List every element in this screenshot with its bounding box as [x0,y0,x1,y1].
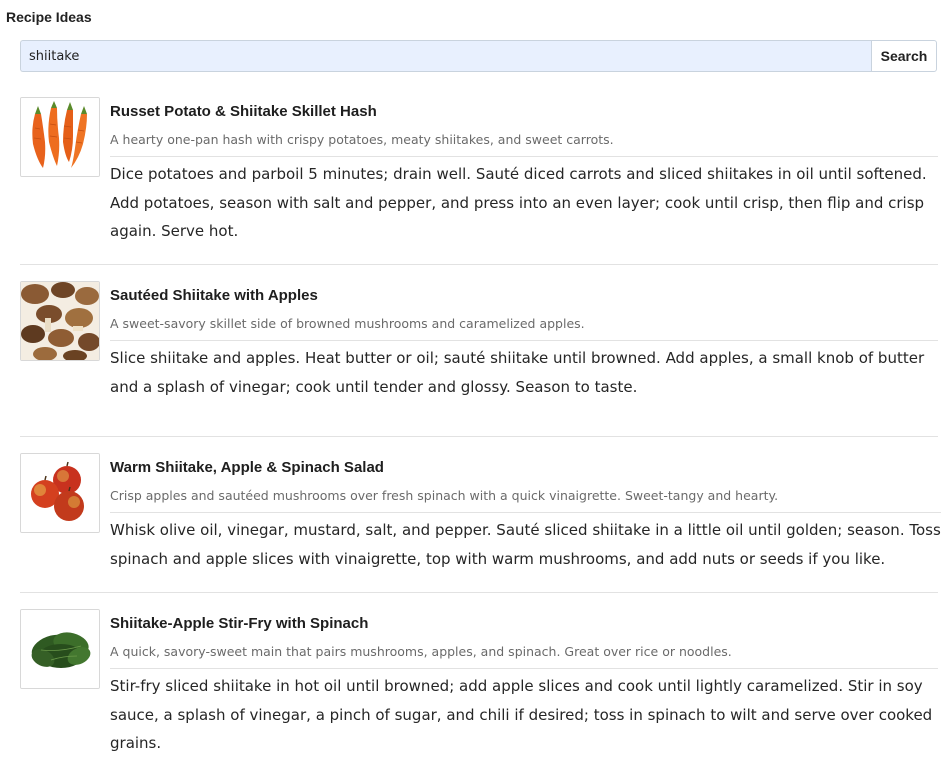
recipe-steps-line: grains. [110,734,162,753]
page-title: Recipe Ideas [6,9,92,25]
recipe-title[interactable]: Shiitake-Apple Stir-Fry with Spinach [110,615,938,633]
recipe-card: Russet Potato & Shiitake Skillet Hash A … [20,97,938,265]
recipe-steps-line: Whisk olive oil, vinegar, mustard, salt,… [110,521,941,539]
recipe-steps: Slice shiitake and apples. Heat butter o… [110,344,938,401]
recipe-steps-line: sauce, a splash of vinegar, a pinch of s… [110,705,933,724]
recipe-steps-line: again. Serve hot. [110,222,239,241]
recipe-steps-line: Dice potatoes and parboil 5 minutes; dra… [110,165,927,183]
recipe-description: Crisp apples and sautéed mushrooms over … [110,488,941,513]
recipe-steps-line: Add potatoes, season with salt and peppe… [110,193,925,212]
recipe-description: A quick, savory-sweet main that pairs mu… [110,644,938,669]
recipe-title[interactable]: Russet Potato & Shiitake Skillet Hash [110,103,938,121]
recipe-list: Russet Potato & Shiitake Skillet Hash A … [20,97,941,758]
recipe-card: Warm Shiitake, Apple & Spinach Salad Cri… [20,453,941,593]
apples-illustration [21,454,99,532]
recipe-steps-line: spinach and apple slices with vinaigrett… [110,549,886,568]
search-bar: Search [20,40,937,72]
spinach-illustration [21,610,99,688]
recipe-steps: Whisk olive oil, vinegar, mustard, salt,… [110,516,941,573]
carrots-illustration [21,98,99,176]
recipe-body: Sautéed Shiitake with Apples A sweet-sav… [110,281,938,401]
recipe-title[interactable]: Warm Shiitake, Apple & Spinach Salad [110,459,941,477]
recipe-steps-line: Stir-fry sliced shiitake in hot oil unti… [110,677,923,695]
recipe-steps-line: Slice shiitake and apples. Heat butter o… [110,349,925,367]
recipe-card: Shiitake-Apple Stir-Fry with Spinach A q… [20,609,938,758]
apples-image [20,453,100,533]
search-input[interactable] [20,40,871,72]
recipe-body: Warm Shiitake, Apple & Spinach Salad Cri… [110,453,941,573]
recipe-body: Russet Potato & Shiitake Skillet Hash A … [110,97,938,246]
search-button[interactable]: Search [871,40,937,72]
recipe-steps-line: and a splash of vinegar; cook until tend… [110,377,638,396]
recipe-steps: Stir-fry sliced shiitake in hot oil unti… [110,672,938,758]
spinach-image [20,609,100,689]
shiitake-mushrooms-image [20,281,100,361]
recipe-description: A sweet-savory skillet side of browned m… [110,316,938,341]
recipe-card: Sautéed Shiitake with Apples A sweet-sav… [20,281,938,437]
mushrooms-illustration [21,282,99,360]
recipe-body: Shiitake-Apple Stir-Fry with Spinach A q… [110,609,938,758]
carrots-image [20,97,100,177]
recipe-steps: Dice potatoes and parboil 5 minutes; dra… [110,160,938,246]
recipe-description: A hearty one-pan hash with crispy potato… [110,132,938,157]
recipe-title[interactable]: Sautéed Shiitake with Apples [110,287,938,305]
